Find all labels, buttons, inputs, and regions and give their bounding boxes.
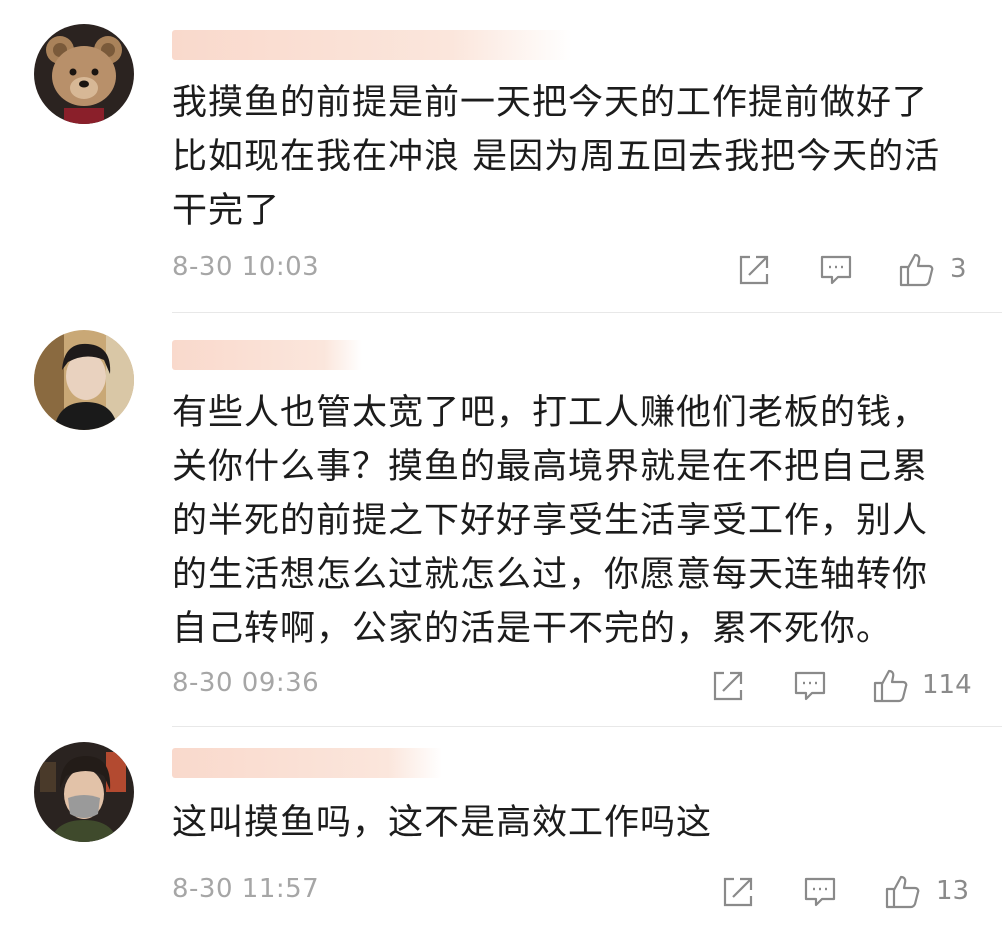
comment-divider — [172, 726, 1002, 727]
comment-meta: 8-30 10:03 3 — [0, 250, 1002, 290]
man-portrait-avatar-icon — [34, 330, 134, 430]
username-blurred[interactable] — [172, 30, 572, 60]
like-button[interactable]: 3 — [898, 252, 978, 288]
comment-meta: 8-30 11:57 13 — [0, 872, 1002, 912]
comment-divider — [172, 312, 1002, 313]
share-icon[interactable] — [710, 668, 746, 704]
comment-text: 有些人也管太宽了吧，打工人赚他们老板的钱， 关你什么事？摸鱼的最高境界就是在不把… — [172, 393, 929, 649]
comment-meta: 8-30 09:36 114 — [0, 666, 1002, 706]
like-button[interactable]: 114 — [872, 668, 982, 704]
comment-timestamp: 8-30 09:36 — [172, 668, 320, 698]
like-button[interactable]: 13 — [884, 874, 980, 910]
thumbs-up-icon — [899, 253, 934, 287]
thumbs-up-icon — [885, 875, 920, 909]
comment-text: 这叫摸鱼吗，这不是高效工作吗这 — [172, 803, 713, 843]
comment-timestamp: 8-30 10:03 — [172, 252, 320, 282]
username-blurred[interactable] — [172, 748, 442, 778]
comment-reply-icon[interactable] — [802, 874, 838, 910]
comment-reply-icon[interactable] — [818, 252, 854, 288]
comment-item: 有些人也管太宽了吧，打工人赚他们老板的钱， 关你什么事？摸鱼的最高境界就是在不把… — [0, 314, 1002, 727]
teddy-bear-avatar-icon — [34, 24, 134, 124]
user-avatar[interactable] — [34, 742, 134, 842]
user-avatar[interactable] — [34, 330, 134, 430]
masked-man-avatar-icon — [34, 742, 134, 842]
like-count: 114 — [922, 670, 972, 700]
comment-item: 我摸鱼的前提是前一天把今天的工作提前做好了 比如现在我在冲浪 是因为周五回去我把… — [0, 0, 1002, 313]
like-count: 3 — [950, 254, 967, 284]
comment-reply-icon[interactable] — [792, 668, 828, 704]
username-blurred[interactable] — [172, 340, 362, 370]
comment-timestamp: 8-30 11:57 — [172, 874, 320, 904]
comment-text: 我摸鱼的前提是前一天把今天的工作提前做好了 比如现在我在冲浪 是因为周五回去我把… — [172, 83, 941, 231]
thumbs-up-icon — [873, 669, 908, 703]
comment-item: 这叫摸鱼吗，这不是高效工作吗这 8-30 11:57 13 — [0, 728, 1002, 934]
share-icon[interactable] — [736, 252, 772, 288]
user-avatar[interactable] — [34, 24, 134, 124]
share-icon[interactable] — [720, 874, 756, 910]
like-count: 13 — [936, 876, 970, 906]
